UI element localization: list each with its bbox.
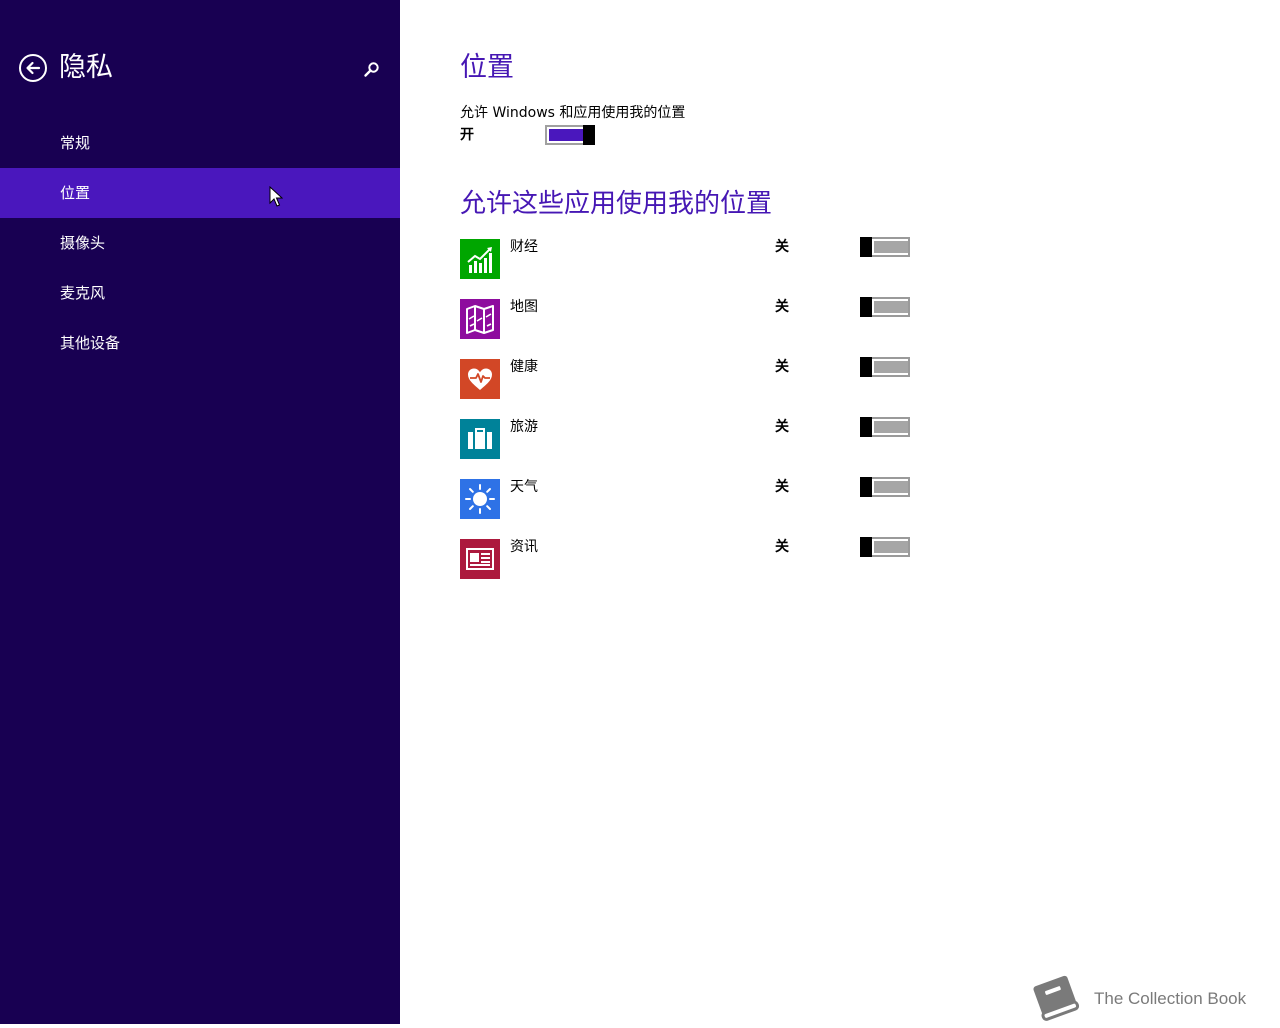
sidebar-title: 隐私 [59, 52, 113, 83]
search-icon [364, 62, 379, 77]
toggle-fill [874, 421, 908, 433]
sidebar-item-label: 摄像头 [60, 234, 106, 252]
location-toggle[interactable] [545, 125, 595, 145]
app-toggle-travel[interactable] [860, 417, 910, 437]
app-row-maps: 地图 关 [460, 297, 920, 339]
heart-pulse-icon [468, 368, 492, 390]
app-name: 财经 [510, 239, 538, 255]
watermark-text: The Collection Book [1094, 989, 1247, 1008]
sidebar-item-label: 其他设备 [60, 334, 121, 352]
toggle-thumb [860, 357, 872, 377]
sidebar-item-label: 位置 [60, 184, 91, 202]
app-toggle-weather[interactable] [860, 477, 910, 497]
app-tile-news [460, 539, 500, 579]
app-tile-health [460, 359, 500, 399]
app-toggle-news[interactable] [860, 537, 910, 557]
toggle-fill [549, 129, 583, 141]
toggle-fill [874, 541, 908, 553]
app-tile-weather [460, 479, 500, 519]
map-icon [466, 305, 494, 334]
back-button[interactable] [19, 54, 47, 82]
sun-icon [465, 484, 495, 514]
sidebar-item-microphone[interactable]: 麦克风 [0, 268, 400, 318]
app-tile-finance [460, 239, 500, 279]
page-title: 位置 [460, 52, 514, 83]
toggle-thumb [860, 477, 872, 497]
app-tile-maps [460, 299, 500, 339]
app-row-travel: 旅游 关 [460, 417, 920, 459]
search-button[interactable] [362, 60, 382, 80]
app-tile-travel [460, 419, 500, 459]
sidebar-item-other-devices[interactable]: 其他设备 [0, 318, 400, 368]
app-state-label: 关 [775, 359, 789, 375]
app-row-finance: 财经 关 [460, 237, 920, 279]
app-name: 资讯 [510, 539, 538, 555]
back-arrow-icon [26, 61, 41, 75]
app-toggle-finance[interactable] [860, 237, 910, 257]
sidebar-item-camera[interactable]: 摄像头 [0, 218, 400, 268]
toggle-fill [874, 301, 908, 313]
app-row-news: 资讯 关 [460, 537, 920, 579]
app-toggle-health[interactable] [860, 357, 910, 377]
app-name: 地图 [510, 299, 538, 315]
toggle-fill [874, 481, 908, 493]
book-icon [1033, 975, 1080, 1021]
toggle-thumb [860, 237, 872, 257]
apps-section-heading: 允许这些应用使用我的位置 [460, 189, 773, 219]
finance-chart-icon [467, 247, 492, 273]
toggle-fill [874, 241, 908, 253]
toggle-thumb [860, 297, 872, 317]
sidebar-item-label: 常规 [60, 134, 91, 152]
sidebar-nav: 常规 位置 摄像头 麦克风 其他设备 [0, 118, 400, 368]
sidebar-item-general[interactable]: 常规 [0, 118, 400, 168]
app-state-label: 关 [775, 539, 789, 555]
newspaper-icon [466, 548, 494, 570]
app-row-health: 健康 关 [460, 357, 920, 399]
sidebar: 隐私 常规 位置 摄像头 麦克风 其他设备 [0, 0, 400, 1024]
sidebar-item-label: 麦克风 [60, 284, 106, 302]
watermark: The Collection Book [1028, 974, 1268, 1024]
toggle-thumb [860, 537, 872, 557]
app-name: 天气 [510, 479, 538, 495]
app-state-label: 关 [775, 239, 789, 255]
toggle-thumb [583, 125, 595, 145]
app-toggle-maps[interactable] [860, 297, 910, 317]
mouse-cursor-icon [269, 186, 283, 207]
app-name: 健康 [510, 359, 538, 375]
toggle-fill [874, 361, 908, 373]
app-row-weather: 天气 关 [460, 477, 920, 519]
app-state-label: 关 [775, 419, 789, 435]
location-setting-state: 开 [460, 127, 474, 143]
app-state-label: 关 [775, 479, 789, 495]
sidebar-item-location[interactable]: 位置 [0, 168, 400, 218]
suitcase-icon [468, 428, 492, 449]
toggle-thumb [860, 417, 872, 437]
location-setting-description: 允许 Windows 和应用使用我的位置 [460, 105, 686, 121]
app-name: 旅游 [510, 419, 538, 435]
app-state-label: 关 [775, 299, 789, 315]
